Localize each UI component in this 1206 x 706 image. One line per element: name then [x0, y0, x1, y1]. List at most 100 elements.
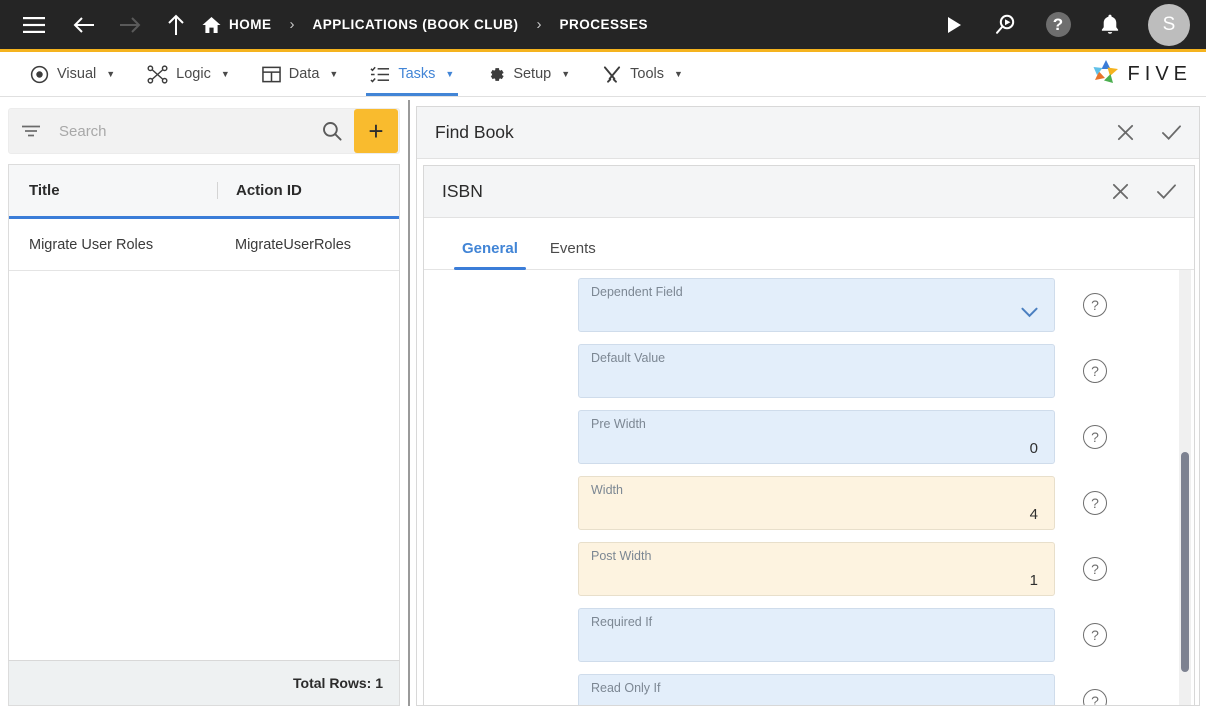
gear-icon	[486, 65, 505, 84]
menu-label-tasks: Tasks	[398, 66, 436, 82]
column-header-title[interactable]: Title	[9, 182, 217, 199]
isbn-panel: ISBN General Events Dependent Field ? De…	[423, 165, 1195, 705]
search-bar: +	[8, 108, 400, 154]
read-only-if-input[interactable]: Read Only If	[578, 674, 1055, 705]
run-icon[interactable]	[934, 5, 974, 45]
menu-item-data[interactable]: Data ▼	[246, 52, 355, 96]
field-label: Required If	[591, 615, 653, 629]
isbn-header: ISBN	[424, 166, 1194, 218]
help-icon[interactable]: ?	[1083, 359, 1107, 383]
field-row-read-only-if: Read Only If ?	[578, 674, 1174, 705]
notifications-bell-icon[interactable]	[1090, 5, 1130, 45]
width-input[interactable]: Width 4	[578, 476, 1055, 530]
application-menu-bar: Visual ▼ Logic ▼ Data ▼ Tasks ▼ Setup ▼ …	[0, 52, 1206, 97]
check-icon[interactable]	[1157, 119, 1185, 147]
help-circle: ?	[1045, 12, 1071, 37]
isbn-panel-wrap: ISBN General Events Dependent Field ? De…	[417, 159, 1199, 705]
user-avatar[interactable]: S	[1148, 3, 1190, 46]
help-icon[interactable]: ?	[1083, 689, 1107, 705]
forward-arrow-icon[interactable]	[110, 5, 150, 45]
menu-item-tasks[interactable]: Tasks ▼	[354, 52, 470, 96]
find-book-title: Find Book	[435, 122, 514, 142]
top-navigation-bar: HOME › APPLICATIONS (BOOK CLUB) › PROCES…	[0, 0, 1206, 52]
field-label: Dependent Field	[591, 285, 683, 299]
field-row-default-value: Default Value ?	[578, 344, 1174, 398]
help-icon[interactable]: ?	[1038, 5, 1078, 45]
required-if-input[interactable]: Required If	[578, 608, 1055, 662]
breadcrumb-item-home[interactable]: HOME	[229, 17, 272, 32]
form-scrollbar[interactable]	[1179, 270, 1191, 705]
five-pinwheel-logo-icon	[1091, 58, 1121, 91]
chevron-down-icon: ▼	[561, 69, 571, 79]
menu-item-tools[interactable]: Tools ▼	[586, 52, 699, 96]
filter-icon[interactable]	[21, 124, 41, 138]
menu-item-logic[interactable]: Logic ▼	[131, 52, 246, 96]
isbn-tabs: General Events	[424, 218, 1194, 270]
cell-action-id: MigrateUserRoles	[235, 236, 352, 253]
field-row-required-if: Required If ?	[578, 608, 1174, 662]
breadcrumb-item-applications[interactable]: APPLICATIONS (BOOK CLUB)	[313, 17, 519, 32]
home-icon[interactable]	[202, 16, 221, 34]
back-arrow-icon[interactable]	[64, 5, 104, 45]
chevron-down-icon[interactable]	[1021, 307, 1038, 318]
processes-table: Title Action ID Migrate User Roles Migra…	[8, 164, 400, 660]
column-header-action-id[interactable]: Action ID	[217, 182, 399, 199]
default-value-input[interactable]: Default Value	[578, 344, 1055, 398]
debug-search-icon[interactable]	[986, 5, 1026, 45]
detail-panel: Find Book ISBN General Events Dependent …	[410, 100, 1206, 706]
menu-item-visual[interactable]: Visual ▼	[14, 52, 131, 96]
pre-width-input[interactable]: Pre Width 0	[578, 410, 1055, 464]
processes-list-panel: + Title Action ID Migrate User Roles Mig…	[0, 100, 410, 706]
brand-logo: FIVE	[1091, 52, 1206, 96]
isbn-actions	[1106, 178, 1180, 206]
isbn-title: ISBN	[442, 181, 483, 201]
close-icon[interactable]	[1106, 178, 1134, 206]
up-arrow-icon[interactable]	[156, 5, 196, 45]
search-input[interactable]	[41, 122, 310, 140]
post-width-input[interactable]: Post Width 1	[578, 542, 1055, 596]
cell-title: Migrate User Roles	[29, 236, 154, 253]
help-icon[interactable]: ?	[1083, 425, 1107, 449]
tools-icon	[602, 65, 622, 84]
help-icon[interactable]: ?	[1083, 623, 1107, 647]
checklist-icon	[370, 65, 390, 84]
tab-events[interactable]: Events	[534, 240, 612, 269]
table-row[interactable]: Migrate User Roles MigrateUserRoles	[9, 219, 399, 271]
field-label: Pre Width	[591, 417, 646, 431]
breadcrumb-separator: ›	[289, 16, 295, 33]
help-icon[interactable]: ?	[1083, 293, 1107, 317]
search-icon[interactable]	[310, 121, 354, 141]
help-icon[interactable]: ?	[1083, 491, 1107, 515]
breadcrumb-separator: ›	[536, 16, 542, 33]
add-process-button[interactable]: +	[354, 109, 398, 153]
find-book-actions	[1111, 119, 1185, 147]
menu-label-setup: Setup	[513, 66, 552, 82]
field-row-dependent-field: Dependent Field ?	[578, 278, 1174, 332]
top-bar-actions: ? S	[934, 3, 1190, 46]
menu-label-data: Data	[288, 66, 320, 82]
field-value: 4	[1029, 506, 1038, 523]
help-icon[interactable]: ?	[1083, 557, 1107, 581]
field-row-pre-width: Pre Width 0 ?	[578, 410, 1174, 464]
table-header-row: Title Action ID	[9, 165, 399, 219]
table-body: Migrate User Roles MigrateUserRoles	[9, 219, 399, 660]
field-label: Default Value	[591, 351, 666, 365]
field-row-post-width: Post Width 1 ?	[578, 542, 1174, 596]
chevron-down-icon: ▼	[106, 69, 116, 79]
chevron-down-icon: ▼	[674, 69, 683, 79]
menu-item-setup[interactable]: Setup ▼	[470, 52, 586, 96]
eye-icon	[30, 65, 49, 84]
form-scrollbar-thumb[interactable]	[1181, 452, 1189, 672]
brand-name: FIVE	[1127, 62, 1192, 85]
field-label: Width	[591, 483, 623, 497]
hamburger-menu-icon[interactable]	[14, 5, 54, 45]
table-footer: Total Rows: 1	[8, 660, 400, 706]
check-icon[interactable]	[1152, 178, 1180, 206]
breadcrumb-item-processes[interactable]: PROCESSES	[560, 17, 649, 32]
form-scroll-area: Dependent Field ? Default Value ? Pre Wi…	[424, 270, 1194, 705]
dependent-field-select[interactable]: Dependent Field	[578, 278, 1055, 332]
close-icon[interactable]	[1111, 119, 1139, 147]
field-value: 1	[1029, 572, 1038, 589]
workspace: + Title Action ID Migrate User Roles Mig…	[0, 100, 1206, 706]
tab-general[interactable]: General	[446, 240, 534, 270]
